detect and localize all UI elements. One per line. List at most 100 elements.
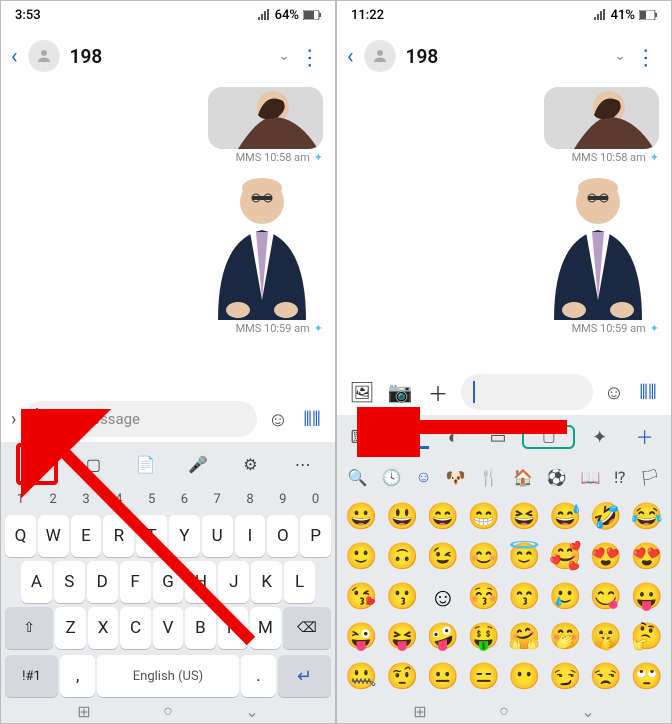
more-tools-icon[interactable]: ⋯ <box>287 448 319 480</box>
emoji-icon[interactable]: ☺ <box>265 406 291 432</box>
key-2[interactable]: 2 <box>38 488 69 511</box>
emoji-cat[interactable]: 🏳 <box>640 468 660 487</box>
return-key[interactable]: ↵ <box>278 655 331 697</box>
key-j[interactable]: J <box>218 561 249 603</box>
emoji[interactable]: 🤗 <box>506 619 543 655</box>
message-input[interactable]: Enter message <box>24 401 257 437</box>
key-f[interactable]: F <box>120 561 151 603</box>
avatar[interactable] <box>28 40 60 72</box>
emoji[interactable]: 🤐 <box>343 659 380 695</box>
emoji[interactable]: 😏 <box>547 659 584 695</box>
key-7[interactable]: 7 <box>202 488 233 511</box>
emoji[interactable]: 🙂 <box>343 539 380 575</box>
message-image[interactable] <box>208 87 323 149</box>
emoji[interactable]: 😚 <box>465 579 502 615</box>
key-a[interactable]: A <box>21 561 52 603</box>
key-z[interactable]: Z <box>55 607 85 649</box>
bitmoji-tab[interactable]: ▢ <box>522 425 575 449</box>
emoji[interactable]: 🙃 <box>384 539 421 575</box>
notes-icon[interactable]: 📄 <box>130 448 162 480</box>
key-r[interactable]: R <box>103 515 134 557</box>
key-6[interactable]: 6 <box>169 488 200 511</box>
emoji[interactable]: 😊 <box>465 539 502 575</box>
avatar[interactable] <box>364 40 396 72</box>
back-icon[interactable]: ‹ <box>11 44 18 69</box>
sticker-tab[interactable]: ◐ <box>433 427 474 448</box>
emoji-tab[interactable]: ☺ <box>388 425 429 449</box>
home-icon[interactable]: ○ <box>163 701 173 721</box>
emoji-cat[interactable]: 🐶 <box>446 468 466 487</box>
recents-icon[interactable]: ⊞ <box>413 702 426 721</box>
emoji[interactable]: 😉 <box>425 539 462 575</box>
key-o[interactable]: O <box>267 515 298 557</box>
emoji[interactable]: 😛 <box>628 579 665 615</box>
emoji-cat[interactable]: 🏠 <box>513 468 533 487</box>
chevron-down-icon[interactable]: ⌄ <box>614 48 626 64</box>
emoji-cat[interactable]: 🔍 <box>348 468 368 487</box>
emoji[interactable]: 😇 <box>506 539 543 575</box>
message-image[interactable] <box>544 87 659 149</box>
key-m[interactable]: M <box>250 607 280 649</box>
key-b[interactable]: B <box>185 607 215 649</box>
emoji[interactable]: 😁 <box>465 499 502 535</box>
emoji[interactable]: 😝 <box>384 619 421 655</box>
emoji-cat[interactable]: ⚽ <box>547 468 567 487</box>
key-8[interactable]: 8 <box>235 488 266 511</box>
key-x[interactable]: X <box>88 607 118 649</box>
emoji[interactable]: 😋 <box>588 579 625 615</box>
emoji[interactable]: 😙 <box>506 579 543 615</box>
settings-icon[interactable]: ⚙ <box>234 448 266 480</box>
mic-icon[interactable]: 🎤 <box>182 448 214 480</box>
key-v[interactable]: V <box>153 607 183 649</box>
emoji[interactable]: 😒 <box>588 659 625 695</box>
emoji[interactable]: 🥰 <box>547 539 584 575</box>
emoji[interactable]: 🤨 <box>384 659 421 695</box>
emoji[interactable]: 😄 <box>425 499 462 535</box>
emoji[interactable]: 😘 <box>343 579 380 615</box>
emoji[interactable]: 😐 <box>425 659 462 695</box>
key-4[interactable]: 4 <box>103 488 134 511</box>
emoji[interactable]: 🤣 <box>588 499 625 535</box>
backspace-key[interactable]: ⌫ <box>283 607 331 649</box>
key-1[interactable]: 1 <box>5 488 36 511</box>
emoji[interactable]: 😆 <box>506 499 543 535</box>
key-q[interactable]: Q <box>5 515 36 557</box>
chat-title[interactable]: 198 <box>406 45 609 68</box>
key-9[interactable]: 9 <box>267 488 298 511</box>
add-tab-icon[interactable]: ＋ <box>624 424 665 450</box>
comma-key[interactable]: , <box>60 655 95 697</box>
key-i[interactable]: I <box>235 515 266 557</box>
key-5[interactable]: 5 <box>136 488 167 511</box>
space-key[interactable]: English (US) <box>97 655 238 697</box>
emoji[interactable]: 😂 <box>628 499 665 535</box>
keyboard-tab-icon[interactable]: ⌨ <box>343 427 384 448</box>
key-d[interactable]: D <box>87 561 118 603</box>
emoji[interactable]: 🤑 <box>465 619 502 655</box>
emoji-cat[interactable]: ☺ <box>415 467 431 487</box>
gallery-icon[interactable]: 🖼 <box>347 377 377 407</box>
key-g[interactable]: G <box>153 561 184 603</box>
emoji-toggle-button[interactable]: ☺ <box>16 443 58 485</box>
emoji-cat[interactable]: 📖 <box>580 468 600 487</box>
emoji[interactable]: ☺ <box>425 579 462 615</box>
key-c[interactable]: C <box>120 607 150 649</box>
message-image[interactable] <box>534 170 659 320</box>
emoji[interactable]: 😃 <box>384 499 421 535</box>
emoji[interactable]: 😑 <box>465 659 502 695</box>
back-icon[interactable]: ‹ <box>347 44 354 69</box>
emoji[interactable]: 😍 <box>628 539 665 575</box>
shift-key[interactable]: ⇧ <box>5 607 53 649</box>
emoji[interactable]: 🤭 <box>547 619 584 655</box>
emoji[interactable]: 🤔 <box>628 619 665 655</box>
gif-tab[interactable]: ▭ <box>478 427 519 448</box>
camera-icon[interactable]: 📷 <box>385 377 415 407</box>
key-w[interactable]: W <box>38 515 69 557</box>
emoji-cat[interactable]: 🕓 <box>382 468 402 487</box>
emoji[interactable]: 😜 <box>343 619 380 655</box>
emoji[interactable]: 😅 <box>547 499 584 535</box>
more-icon[interactable]: ⋯ <box>633 47 658 66</box>
home-icon[interactable]: ○ <box>499 701 509 721</box>
emoji[interactable]: 😗 <box>384 579 421 615</box>
key-l[interactable]: L <box>284 561 315 603</box>
period-key[interactable]: . <box>241 655 276 697</box>
